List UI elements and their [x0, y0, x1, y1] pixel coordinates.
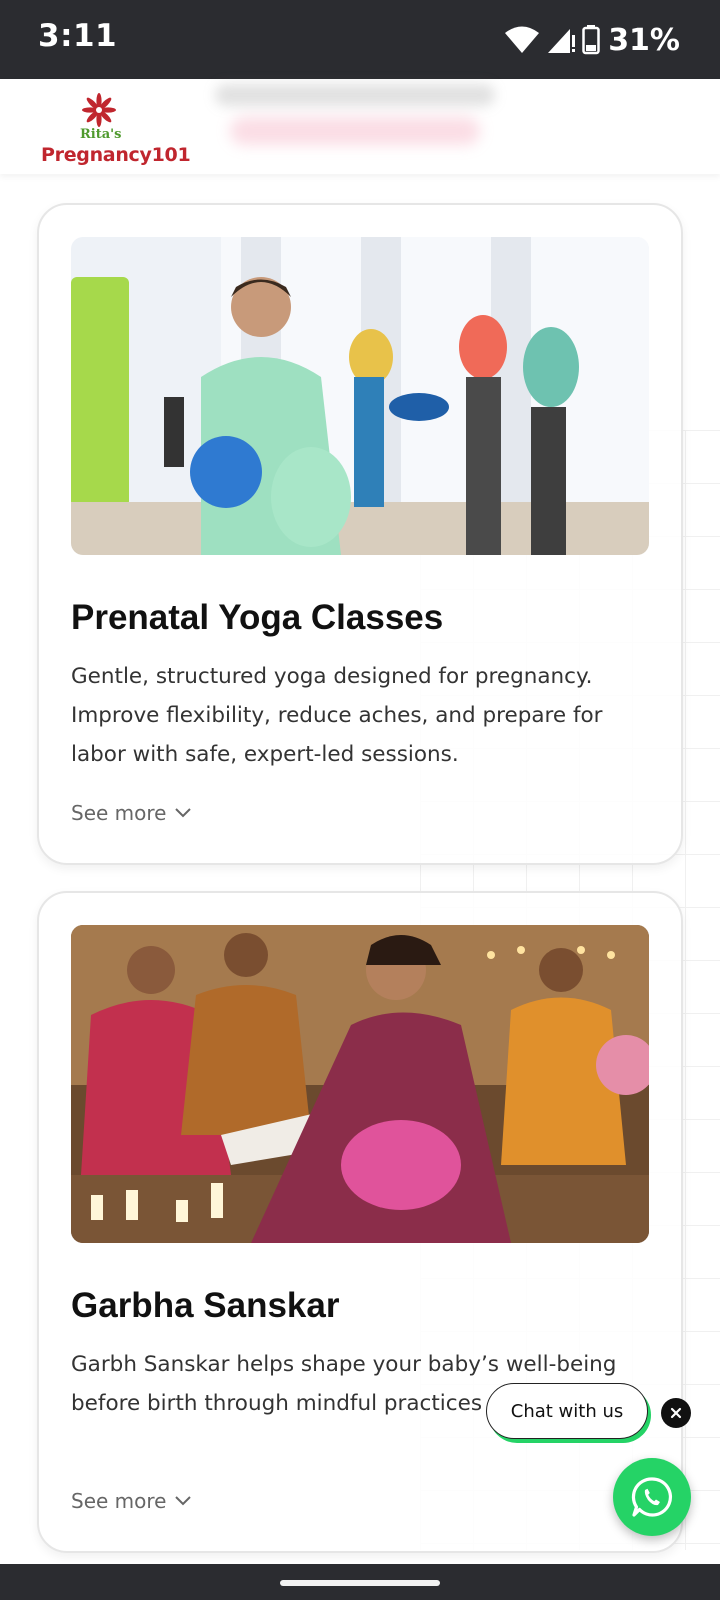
battery-icon [582, 25, 600, 55]
see-more-label: See more [71, 1489, 167, 1513]
card-title: Prenatal Yoga Classes [71, 598, 444, 637]
logo-title: Pregnancy101 [41, 144, 191, 166]
status-bar: 3:11 31% [0, 0, 720, 79]
chevron-down-icon [175, 1496, 192, 1506]
service-card-garbha-sanskar: Garbha Sanskar Garbh Sanskar helps shape… [37, 891, 683, 1553]
home-indicator[interactable] [280, 1580, 440, 1586]
logo-subtitle: Rita's [80, 127, 122, 142]
cell-signal-icon [548, 29, 576, 53]
system-navigation-bar [0, 1564, 720, 1600]
chat-close-button[interactable] [661, 1398, 691, 1428]
service-card-prenatal-yoga: Prenatal Yoga Classes Gentle, structured… [37, 203, 683, 865]
blurred-nav-text [215, 84, 495, 106]
chevron-down-icon [175, 808, 192, 818]
whatsapp-icon [631, 1477, 672, 1517]
site-header: Rita's Pregnancy101 [0, 79, 720, 174]
battery-percentage: 31% [608, 22, 680, 58]
status-icons: 31% [504, 20, 680, 60]
see-more-button[interactable]: See more [71, 1489, 192, 1513]
see-more-button[interactable]: See more [71, 801, 192, 825]
site-logo[interactable]: Rita's Pregnancy101 [40, 93, 191, 166]
see-more-label: See more [71, 801, 167, 825]
card-description: Gentle, structured yoga designed for pre… [71, 664, 603, 767]
flower-logo-icon [82, 93, 116, 127]
chat-label: Chat with us [510, 1400, 624, 1422]
chat-with-us-button[interactable]: Chat with us [486, 1383, 648, 1439]
prenatal-yoga-image [71, 237, 649, 555]
blurred-nav-button [230, 117, 480, 145]
card-title: Garbha Sanskar [71, 1286, 340, 1325]
close-icon [670, 1407, 682, 1419]
garbha-sanskar-image [71, 925, 649, 1243]
wifi-icon [505, 26, 540, 53]
status-time: 3:11 [38, 18, 118, 54]
whatsapp-button[interactable] [613, 1458, 691, 1536]
